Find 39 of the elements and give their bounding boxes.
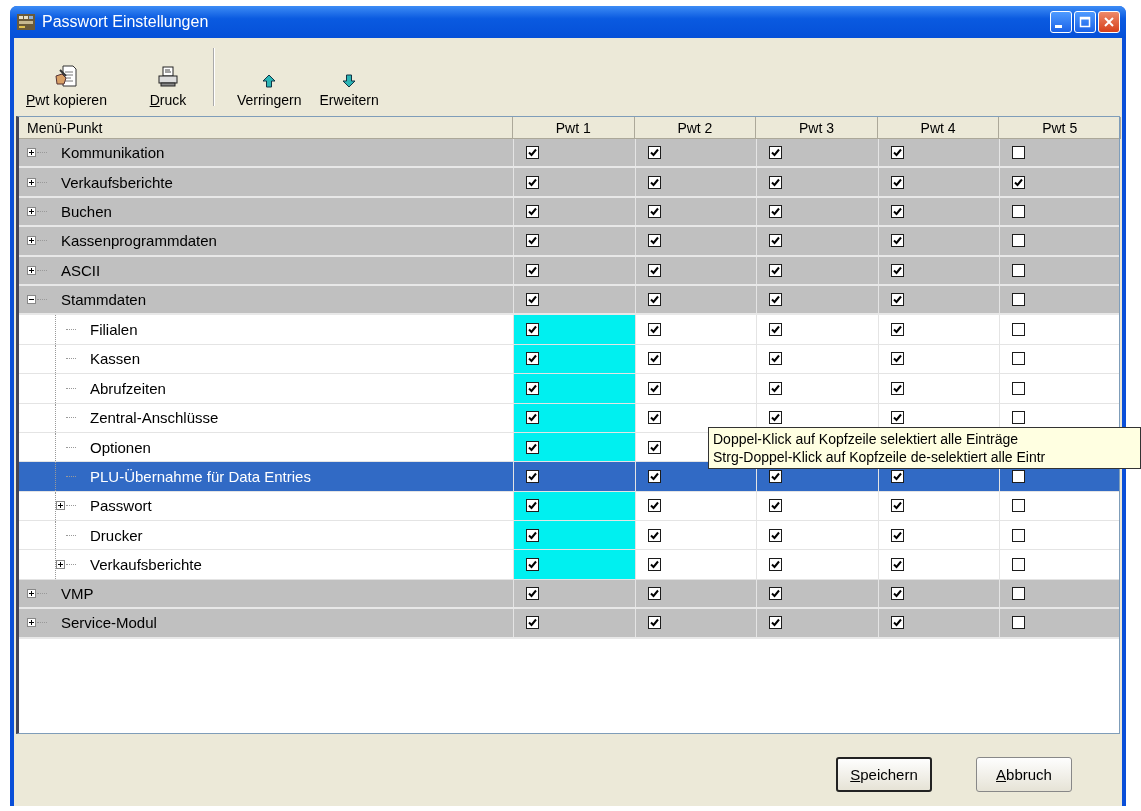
tree-row[interactable]: ASCII bbox=[19, 256, 1119, 286]
menu-item-label: PLU-Übernahme für Data Entries bbox=[90, 468, 311, 485]
tree-row[interactable]: Stammdaten bbox=[19, 285, 1119, 316]
menu-item-label: Drucker bbox=[90, 526, 143, 544]
menu-item-label: Filialen bbox=[90, 321, 138, 339]
tree-row[interactable]: Kassenprogrammdaten bbox=[19, 227, 1119, 257]
window-title: Passwort Einstellungen bbox=[42, 13, 210, 31]
toolbar-button[interactable]: Druck bbox=[132, 44, 203, 110]
menu-item-label: Passwort bbox=[90, 497, 152, 515]
menu-item-label: Verkaufsberichte bbox=[61, 173, 173, 191]
menu-item-label: Stammdaten bbox=[61, 291, 147, 309]
tree-row[interactable]: Filialen bbox=[19, 315, 1119, 345]
tooltip-text: Doppel-Klick auf Kopfzeile selektiert alle Einträge bbox=[713, 430, 1020, 448]
menu-item-label: ASCII bbox=[61, 261, 101, 279]
menu-item-label: Service-Modul bbox=[61, 614, 157, 632]
tree-row[interactable]: Passwort bbox=[19, 491, 1119, 522]
menu-item-label: Abrufzeiten bbox=[90, 379, 166, 397]
menu-item-label: Optionen bbox=[90, 438, 151, 456]
cancel-button[interactable]: Abbruch bbox=[976, 756, 1072, 792]
menu-item-label: Verkaufsberichte bbox=[90, 556, 202, 574]
tree-row[interactable]: Kommunikation bbox=[19, 139, 1119, 169]
menu-item-label: Kommunikation bbox=[61, 144, 165, 162]
tree-row[interactable]: Verkaufsberichte bbox=[19, 550, 1119, 580]
menu-item-label: Kassen bbox=[90, 350, 141, 368]
tree-row[interactable]: Drucker bbox=[19, 521, 1119, 551]
toolbar-button[interactable]: Pwt kopieren bbox=[18, 44, 115, 110]
tree-row[interactable]: Buchen bbox=[19, 197, 1119, 228]
menu-item-label: VMP bbox=[61, 585, 94, 603]
tree-row[interactable]: Abrufzeiten bbox=[19, 374, 1119, 404]
tree-row[interactable]: VMP bbox=[19, 579, 1119, 610]
tree-row[interactable]: Service-Modul bbox=[19, 609, 1119, 639]
tree-row[interactable]: Kassen bbox=[19, 344, 1119, 375]
menu-item-label: Zentral-Anschlüsse bbox=[90, 409, 219, 427]
toolbar-button[interactable]: Verringern bbox=[228, 44, 310, 110]
menu-item-label: Kassenprogrammdaten bbox=[61, 232, 217, 250]
toolbar-button[interactable]: Erweitern bbox=[311, 44, 387, 110]
tree-row[interactable]: Verkaufsberichte bbox=[19, 168, 1119, 198]
save-button[interactable]: Speichern bbox=[836, 756, 932, 792]
menu-item-label: Buchen bbox=[61, 202, 112, 220]
